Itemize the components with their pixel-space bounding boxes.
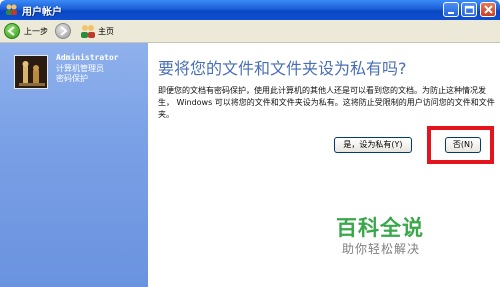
- window-title: 用户帐户: [22, 7, 62, 18]
- home-users-icon: [81, 25, 95, 38]
- title-bar: 用户帐户: [0, 0, 500, 20]
- account-name: Administrator: [56, 53, 119, 62]
- forward-button[interactable]: [55, 23, 71, 39]
- minimize-button[interactable]: [443, 2, 459, 17]
- close-button[interactable]: [480, 2, 496, 17]
- maximize-button[interactable]: [461, 2, 477, 17]
- avatar: [14, 55, 48, 89]
- highlight-box: [427, 126, 494, 164]
- make-private-button[interactable]: 是，设为私有(Y): [334, 137, 412, 153]
- home-label: 主页: [98, 27, 114, 36]
- maximize-icon: [464, 5, 475, 15]
- watermark-subtitle: 助你轻松解决: [342, 242, 421, 256]
- user-accounts-icon: [6, 4, 17, 15]
- account-sidebar: Administrator 计算机管理员 密码保护: [0, 43, 148, 287]
- forward-arrow-icon: [60, 26, 68, 36]
- account-password-status: 密码保护: [56, 74, 88, 83]
- back-label: 上一步: [24, 27, 48, 36]
- page-heading: 要将您的文件和文件夹设为私有吗?: [158, 59, 407, 78]
- close-icon: [484, 5, 493, 14]
- back-arrow-icon: [4, 23, 20, 39]
- main-content: 要将您的文件和文件夹设为私有吗? 即便您的文档有密码保护，使用此计算机的其他人还…: [148, 43, 500, 287]
- navigation-toolbar: 上一步 主页: [0, 20, 500, 43]
- description-text: 即便您的文档有密码保护，使用此计算机的其他人还是可以看到您的文档。为防止这种情况…: [158, 86, 495, 119]
- minimize-icon: [448, 12, 454, 14]
- watermark-title: 百科全说: [336, 216, 424, 240]
- home-button[interactable]: 主页: [80, 23, 114, 39]
- chess-avatar-icon: [15, 56, 47, 88]
